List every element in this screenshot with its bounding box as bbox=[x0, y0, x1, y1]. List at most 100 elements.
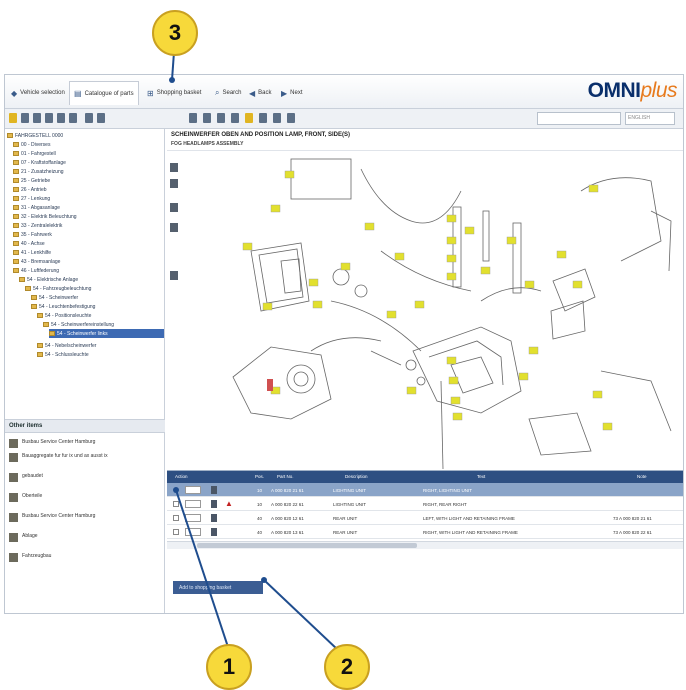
tree-item[interactable]: 54 - Nebelscheinwerfer bbox=[37, 341, 96, 350]
search-input[interactable] bbox=[537, 112, 621, 125]
tree-item[interactable]: 25 - Getriebe bbox=[13, 176, 50, 185]
table-row[interactable]: 40 A 000 820 13 61 REAR UNIT RIGHT, WITH… bbox=[167, 525, 683, 539]
folder-icon bbox=[7, 133, 13, 138]
tree-item[interactable]: 54 - Positionsleuchte bbox=[37, 311, 91, 320]
tree-item[interactable]: 01 - Fahrgestell bbox=[13, 149, 56, 158]
parts-table: Action Pos. Part No. Description Text No… bbox=[167, 470, 683, 590]
other-items-list: Busbau Service Center Hamburg Bauaggrega… bbox=[5, 433, 165, 613]
thumbnail-icon bbox=[9, 493, 18, 502]
tool-icon[interactable] bbox=[97, 113, 105, 123]
next-button[interactable]: ▶ Next bbox=[277, 81, 307, 105]
tool-icon[interactable] bbox=[69, 113, 77, 123]
exploded-parts-drawing[interactable] bbox=[181, 151, 681, 469]
tree-item[interactable]: 27 - Lenkung bbox=[13, 194, 50, 203]
tool-icon[interactable] bbox=[259, 113, 267, 123]
tree-item[interactable]: 54 - Fahrzeugbeleuchtung bbox=[25, 284, 91, 293]
other-item[interactable]: Ablage bbox=[9, 533, 159, 542]
tree-item[interactable]: 26 - Antrieb bbox=[13, 185, 47, 194]
folder-icon bbox=[13, 250, 19, 255]
other-item[interactable]: Bauaggregate fur fur ix und ax ausst ix bbox=[9, 453, 159, 462]
quantity-input[interactable] bbox=[185, 528, 201, 536]
tool-icon[interactable] bbox=[57, 113, 65, 123]
tab-search[interactable]: ⌕ Search bbox=[211, 81, 246, 105]
tool-icon[interactable] bbox=[287, 113, 295, 123]
callout-badge-1: 1 bbox=[206, 644, 252, 690]
row-checkbox[interactable] bbox=[173, 529, 179, 535]
info-icon[interactable] bbox=[211, 514, 217, 522]
print-icon[interactable] bbox=[170, 223, 178, 232]
info-icon[interactable] bbox=[211, 528, 217, 536]
thumbnail-icon bbox=[9, 453, 18, 462]
tab-shopping-basket[interactable]: ⊞ Shopping basket bbox=[143, 81, 205, 105]
quantity-input[interactable] bbox=[185, 500, 201, 508]
tree-item[interactable]: 00 - Diverses bbox=[13, 140, 50, 149]
other-item[interactable]: Fahrzeugbau bbox=[9, 553, 159, 562]
next-icon: ▶ bbox=[281, 88, 288, 98]
thumbnail-icon bbox=[9, 513, 18, 522]
other-item[interactable]: Busbau Service Center Hamburg bbox=[9, 439, 159, 448]
tool-icon[interactable] bbox=[189, 113, 197, 123]
tool-icon[interactable] bbox=[85, 113, 93, 123]
screenshot: 3 ◆ Vehicle selection ▤ Catalogue of par… bbox=[0, 0, 686, 690]
tool-icon[interactable] bbox=[33, 113, 41, 123]
drawing-header: SCHEINWERFER OBEN AND POSITION LAMP, FRO… bbox=[167, 129, 683, 151]
tree-item[interactable]: 54 - Elektrische Anlage bbox=[19, 275, 78, 284]
zoom-icon[interactable] bbox=[170, 179, 178, 188]
tree-item[interactable]: 07 - Kraftstoffanlage bbox=[13, 158, 66, 167]
tree-root[interactable]: FAHRGESTELL 0000 bbox=[7, 131, 63, 140]
tree-item[interactable]: 21 - Zusatzheizung bbox=[13, 167, 64, 176]
folder-icon bbox=[13, 268, 19, 273]
zoom-icon[interactable] bbox=[170, 163, 178, 172]
pan-icon[interactable] bbox=[170, 271, 178, 280]
horizontal-scrollbar[interactable] bbox=[167, 541, 683, 549]
table-row-selected[interactable]: 10 A 000 820 21 61 LIGHTING UNIT RIGHT, … bbox=[167, 483, 683, 497]
info-icon[interactable] bbox=[211, 500, 217, 508]
quantity-input[interactable] bbox=[185, 486, 201, 494]
table-row[interactable]: ▲ 10 A 000 820 22 61 LIGHTING UNIT RIGHT… bbox=[167, 497, 683, 511]
folder-icon bbox=[13, 142, 19, 147]
highlight-icon[interactable] bbox=[245, 113, 253, 123]
tool-icon[interactable] bbox=[45, 113, 53, 123]
fit-icon[interactable] bbox=[170, 203, 178, 212]
other-item[interactable]: Busbau Service Center Hamburg bbox=[9, 513, 159, 522]
row-checkbox[interactable] bbox=[173, 501, 179, 507]
back-button[interactable]: ◀ Back bbox=[245, 81, 276, 105]
tree-item[interactable]: 54 - Schlussleuchte bbox=[37, 350, 89, 359]
tool-icon[interactable] bbox=[217, 113, 225, 123]
tool-icon[interactable] bbox=[203, 113, 211, 123]
tree-item[interactable]: 40 - Achse bbox=[13, 239, 45, 248]
tree-item[interactable]: 54 - Scheinwerfer bbox=[31, 293, 78, 302]
other-item[interactable]: gebaudet bbox=[9, 473, 159, 482]
folder-icon bbox=[13, 151, 19, 156]
tree-item[interactable]: 32 - Elektrik Beleuchtung bbox=[13, 212, 77, 221]
tool-icon[interactable] bbox=[231, 113, 239, 123]
tree-item[interactable]: 54 - Leuchtenbefestigung bbox=[31, 302, 95, 311]
tree-item[interactable]: 43 - Bremsanlage bbox=[13, 257, 60, 266]
tree-item[interactable]: 33 - Zentralelektrik bbox=[13, 221, 62, 230]
add-to-basket-button[interactable]: Add to shopping basket bbox=[173, 581, 263, 594]
filter-icon[interactable] bbox=[9, 113, 17, 123]
tree-item[interactable]: 41 - Lenkhilfe bbox=[13, 248, 51, 257]
tree-item[interactable]: 54 - Scheinwerfereinstellung bbox=[43, 320, 114, 329]
tab-catalogue-of-parts[interactable]: ▤ Catalogue of parts bbox=[69, 81, 139, 105]
other-item[interactable]: Oberteile bbox=[9, 493, 159, 502]
tab-vehicle-selection[interactable]: ◆ Vehicle selection bbox=[7, 81, 69, 105]
cart-icon: ⊞ bbox=[147, 88, 154, 98]
table-row[interactable]: 40 A 000 820 12 61 REAR UNIT LEFT, WITH … bbox=[167, 511, 683, 525]
folder-icon bbox=[37, 352, 43, 357]
omniplus-logo: OMNIplus bbox=[587, 79, 678, 102]
drawing-title: SCHEINWERFER OBEN AND POSITION LAMP, FRO… bbox=[171, 132, 351, 138]
scrollbar-thumb[interactable] bbox=[197, 543, 417, 548]
tree-item[interactable]: 31 - Abgasanlage bbox=[13, 203, 60, 212]
catalogue-tree: FAHRGESTELL 0000 00 - Diverses 01 - Fahr… bbox=[5, 129, 165, 419]
tree-item[interactable]: 35 - Fahrwerk bbox=[13, 230, 52, 239]
tree-item[interactable]: 46 - Luftfederung bbox=[13, 266, 59, 275]
quantity-input[interactable] bbox=[185, 514, 201, 522]
row-checkbox[interactable] bbox=[173, 515, 179, 521]
folder-icon bbox=[13, 232, 19, 237]
tool-icon[interactable] bbox=[21, 113, 29, 123]
tool-icon[interactable] bbox=[273, 113, 281, 123]
info-icon[interactable] bbox=[211, 486, 217, 494]
language-select[interactable]: ENGLISH bbox=[625, 112, 675, 125]
tree-item-selected[interactable]: 54 - Scheinwerfer links bbox=[49, 329, 164, 338]
